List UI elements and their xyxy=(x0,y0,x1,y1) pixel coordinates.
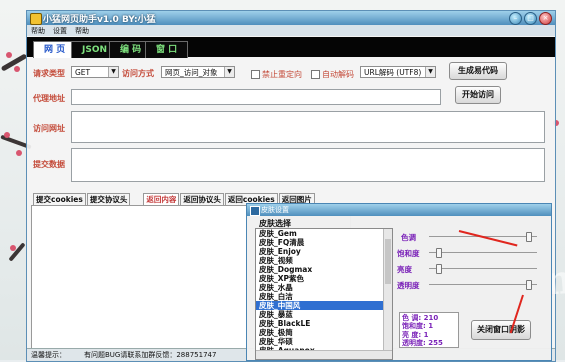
tab-send-headers[interactable]: 提交协议头 xyxy=(86,193,131,205)
slider-knob[interactable] xyxy=(435,264,442,274)
skin-list-item[interactable]: 皮肤_Enjoy xyxy=(256,247,392,256)
generate-code-button[interactable]: 生成易代码 xyxy=(449,62,507,80)
checkbox-box xyxy=(311,70,320,79)
dialog-title-bar[interactable]: 皮肤设置 xyxy=(247,204,551,216)
menu-item-help[interactable]: 帮助 xyxy=(31,26,45,36)
skin-list-item[interactable]: 皮肤_BlackLE xyxy=(256,319,392,328)
skin-list-item[interactable]: 皮肤_中国风 xyxy=(256,301,392,310)
url-label: 访问网址 xyxy=(33,124,65,133)
slider-track[interactable] xyxy=(429,284,537,285)
skin-list-item[interactable]: 皮肤_FQ清晨 xyxy=(256,238,392,247)
color-info-box: 色 调: 210 饱和度: 1 亮 度: 1 透明度: 255 xyxy=(399,312,459,348)
request-type-value: GET xyxy=(75,68,91,77)
plum-blossom xyxy=(14,66,20,72)
post-data-label: 提交数据 xyxy=(33,160,65,169)
alpha-value: 透明度: 255 xyxy=(402,339,443,348)
skin-list-item[interactable]: 皮肤_Dogmax xyxy=(256,265,392,274)
window-title: 小猛网页助手v1.0 BY:小猛 xyxy=(43,15,156,25)
maximize-button[interactable]: □ xyxy=(524,12,537,25)
skin-list-scrollbar[interactable] xyxy=(383,229,392,359)
slider-track[interactable] xyxy=(429,268,537,269)
checkbox-box xyxy=(251,70,260,79)
menu-item-help-2[interactable]: 帮助 xyxy=(75,26,89,36)
dialog-title: 皮肤设置 xyxy=(261,206,289,214)
start-button[interactable]: 开始访问 xyxy=(455,86,501,104)
slider-knob[interactable] xyxy=(526,280,533,290)
url-decode-value: URL解码 (UTF8) xyxy=(364,68,422,77)
post-data-field[interactable] xyxy=(71,148,545,182)
title-bar[interactable]: 小猛网页助手v1.0 BY:小猛 – □ × xyxy=(27,11,555,25)
access-method-label: 访问方式 xyxy=(122,69,154,78)
no-redirect-label: 禁止重定向 xyxy=(262,70,302,79)
plum-blossom xyxy=(16,150,22,156)
plum-blossom xyxy=(10,245,16,251)
skin-settings-dialog: 皮肤设置 皮肤选择 皮肤_Gem 皮肤_FQ清晨 皮肤_Enjoy 皮肤_视频 皮肤_D… xyxy=(246,203,552,361)
close-button[interactable]: × xyxy=(539,12,552,25)
proxy-field[interactable] xyxy=(71,89,441,105)
tab-response-content[interactable]: 返回内容 xyxy=(143,193,180,205)
slider-knob[interactable] xyxy=(526,232,533,242)
skin-list-item[interactable]: 皮肤_XP紫色 xyxy=(256,274,392,283)
access-method-select[interactable]: 网页_访问_对象 ▼ xyxy=(161,66,235,78)
skin-list-item[interactable]: 皮肤_华硕 xyxy=(256,337,392,346)
skin-list-item[interactable]: 皮肤_白洁 xyxy=(256,292,392,301)
request-type-label: 请求类型 xyxy=(33,69,65,78)
skin-list-hscrollbar[interactable] xyxy=(256,350,392,359)
url-decode-select[interactable]: URL解码 (UTF8) ▼ xyxy=(360,66,436,78)
menu-bar: 帮助 设置 帮助 xyxy=(27,25,555,36)
tab-webpage[interactable]: 网 页 xyxy=(33,41,77,58)
minimize-button[interactable]: – xyxy=(509,12,522,25)
url-field[interactable] xyxy=(71,111,545,143)
proxy-label: 代理地址 xyxy=(33,94,65,103)
slider-label: 亮度 xyxy=(397,265,412,274)
tab-response-headers[interactable]: 返回协议头 xyxy=(180,193,224,205)
main-tabbar: 网 页 JSON 编 码 窗 口 xyxy=(27,37,555,58)
slider-label: 透明度 xyxy=(397,281,420,290)
brightness-value: 亮 度: 1 xyxy=(402,330,429,339)
skin-list-item[interactable]: 皮肤_Gem xyxy=(256,229,392,238)
close-shadow-button[interactable]: 关闭窗口阴影 xyxy=(471,320,531,340)
menu-item-settings[interactable]: 设置 xyxy=(53,26,67,36)
status-label: 温馨提示： xyxy=(31,351,66,359)
slider-track[interactable] xyxy=(429,252,537,253)
access-method-value: 网页_访问_对象 xyxy=(165,68,218,77)
dialog-icon xyxy=(250,206,260,216)
skin-list-item[interactable]: 皮肤_极简 xyxy=(256,328,392,337)
slider-knob[interactable] xyxy=(435,248,442,258)
plum-blossom xyxy=(6,52,12,58)
no-redirect-checkbox[interactable]: 禁止重定向 xyxy=(251,69,302,80)
slider-label: 色调 xyxy=(401,233,416,242)
skin-list-item[interactable]: 皮肤_视频 xyxy=(256,256,392,265)
saturation-value: 饱和度: 1 xyxy=(402,322,434,331)
app-icon xyxy=(30,13,42,25)
status-message: 有问题BUG请联系加群反馈：288751747 xyxy=(84,351,217,359)
request-type-select[interactable]: GET ▼ xyxy=(71,66,119,78)
scroll-thumb[interactable] xyxy=(385,239,391,284)
slider-label: 饱和度 xyxy=(397,249,420,258)
tab-window[interactable]: 窗 口 xyxy=(145,41,189,58)
plum-blossom xyxy=(4,132,10,138)
chevron-down-icon: ▼ xyxy=(224,67,234,77)
tab-send-cookies[interactable]: 提交cookies xyxy=(33,193,86,205)
skin-list[interactable]: 皮肤_Gem 皮肤_FQ清晨 皮肤_Enjoy 皮肤_视频 皮肤_Dogmax 皮肤_XP… xyxy=(255,228,393,360)
auto-decode-label: 自动解码 xyxy=(322,70,354,79)
auto-decode-checkbox[interactable]: 自动解码 xyxy=(311,69,354,80)
chevron-down-icon: ▼ xyxy=(425,67,435,77)
skin-list-item[interactable]: 皮肤_暴蓝 xyxy=(256,310,392,319)
skin-list-item[interactable]: 皮肤_水晶 xyxy=(256,283,392,292)
chevron-down-icon: ▼ xyxy=(108,67,118,77)
annotation-arrow xyxy=(458,230,518,247)
